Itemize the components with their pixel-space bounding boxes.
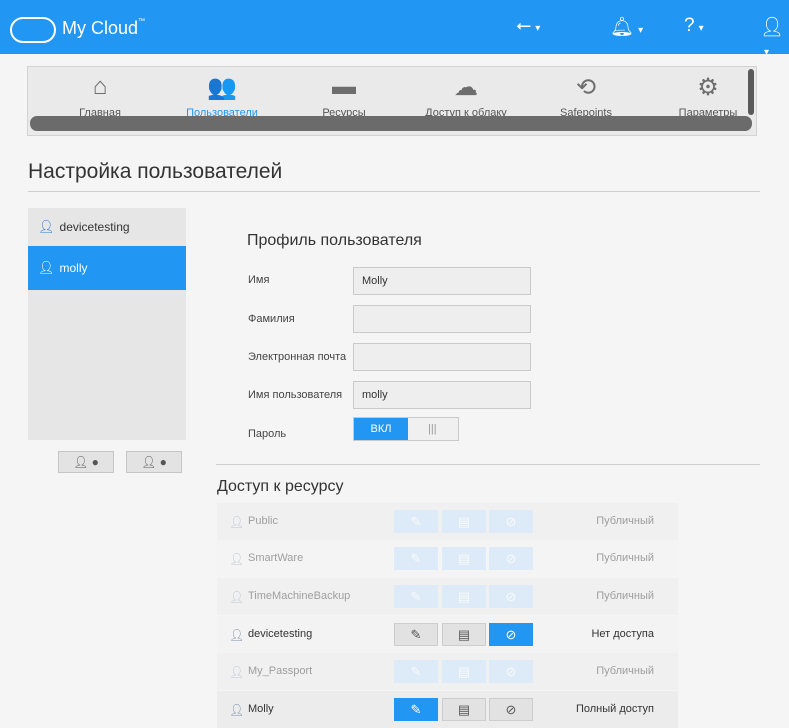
share-access-status: Публичный [596,590,654,602]
read-only-button[interactable]: ▤ [442,623,486,646]
share-name: Molly [248,703,274,715]
user-menu-icon[interactable]: 👤︎▾ [760,15,789,61]
nav-item-0[interactable]: ⌂ Главная [40,71,160,119]
share-access-status: Полный доступ [575,703,654,715]
email-field[interactable] [353,343,531,371]
bell-icon[interactable]: 🔔︎ ▾ [610,15,643,39]
user-list: 👤︎ devicetesting 👤︎ molly [28,208,186,440]
help-icon[interactable]: ? ▾ [684,15,704,37]
share-name: TimeMachineBackup [248,590,351,602]
usb-icon[interactable]: ⭠ ▾ [516,15,540,37]
nav-horizontal-scrollbar[interactable] [30,116,752,131]
profile-title: Профиль пользователя [247,232,422,249]
divider [216,464,760,465]
share-row: 👤︎ SmartWare ✎ ▤ ⊘ Публичный [217,540,678,577]
share-row: 👤︎ TimeMachineBackup ✎ ▤ ⊘ Публичный [217,578,678,615]
password-toggle-on[interactable]: ВКЛ [354,418,408,440]
page-title: Настройка пользователей [28,160,283,183]
full-access-button[interactable]: ✎ [394,623,438,646]
main-navigation: ⌂ Главная 👥 Пользователи ▬ Ресурсы ☁ Доступ к о… [27,66,757,136]
user-icon: 👤︎ [38,260,55,275]
access-title: Доступ к ресурсу [217,478,344,495]
user-list-item[interactable]: 👤︎ molly [28,246,186,290]
email-label: Электронная почта [248,351,347,363]
read-only-button[interactable]: ▤ [442,698,486,721]
safepoint-icon: ⟲ [575,73,597,101]
first-name-label: Имя [248,274,270,286]
username-label: Имя пользователя [248,389,343,401]
full-access-button[interactable]: ✎ [394,698,438,721]
toggle-grip-icon: ||| [428,423,437,435]
no-access-button[interactable]: ⊘ [489,660,533,683]
app-title: My Cloud™ [62,18,146,38]
share-user-icon: 👤︎ [229,703,245,717]
full-access-button[interactable]: ✎ [394,660,438,683]
share-user-icon: 👤︎ [229,665,245,679]
remove-user-button[interactable]: 👤︎ ● [126,451,182,473]
share-user-icon: 👤︎ [229,515,245,529]
share-access-status: Публичный [596,515,654,527]
read-only-button[interactable]: ▤ [442,510,486,533]
top-bar: My Cloud™ ⭠ ▾ 🔔︎ ▾ ? ▾ 👤︎▾ [0,0,789,58]
cloud-device-icon: ☁ [454,73,478,101]
read-only-button[interactable]: ▤ [442,547,486,570]
share-access-status: Нет доступа [591,628,654,640]
share-name: My_Passport [248,665,313,677]
nav-item-4[interactable]: ⟲ Safepoints [526,71,646,120]
user-name: molly [59,261,88,275]
share-name: devicetesting [248,628,313,640]
folder-icon: ▬ [332,73,356,100]
share-row: 👤︎ Public ✎ ▤ ⊘ Публичный [217,503,678,540]
no-access-button[interactable]: ⊘ [489,585,533,608]
share-user-icon: 👤︎ [229,552,245,566]
first-name-field[interactable] [353,267,531,295]
full-access-button[interactable]: ✎ [394,510,438,533]
full-access-button[interactable]: ✎ [394,547,438,570]
share-user-icon: 👤︎ [229,590,245,604]
share-name: SmartWare [248,552,304,564]
share-row: 👤︎ My_Passport ✎ ▤ ⊘ Публичный [217,653,678,690]
nav-vertical-scrollbar[interactable] [748,69,754,115]
username-field[interactable] [353,381,531,409]
home-icon: ⌂ [92,73,108,100]
full-access-button[interactable]: ✎ [394,585,438,608]
nav-item-1[interactable]: 👥 Пользователи [162,71,282,120]
user-icon: 👤︎ [38,219,55,234]
read-only-button[interactable]: ▤ [442,660,486,683]
password-label: Пароль [248,428,287,440]
share-row: 👤︎ devicetesting ✎ ▤ ⊘ Нет доступа [217,616,678,653]
no-access-button[interactable]: ⊘ [489,547,533,570]
share-name: Public [248,515,278,527]
user-name: devicetesting [59,220,130,234]
users-icon: 👥 [207,73,237,101]
share-user-icon: 👤︎ [229,628,245,642]
no-access-button[interactable]: ⊘ [489,623,533,646]
read-only-button[interactable]: ▤ [442,585,486,608]
nav-item-3[interactable]: ☁ Доступ к облаку [406,71,526,120]
share-access-status: Публичный [596,552,654,564]
nav-item-2[interactable]: ▬ Ресурсы [284,71,404,119]
no-access-button[interactable]: ⊘ [489,698,533,721]
divider [28,191,760,192]
no-access-button[interactable]: ⊘ [489,510,533,533]
cloud-logo-icon [10,17,56,43]
share-row: 👤︎ Molly ✎ ▤ ⊘ Полный доступ [217,691,678,728]
last-name-field[interactable] [353,305,531,333]
last-name-label: Фамилия [248,313,295,325]
share-access-status: Публичный [596,665,654,677]
user-list-item[interactable]: 👤︎ devicetesting [28,208,186,246]
add-user-button[interactable]: 👤︎ ● [58,451,114,473]
password-toggle[interactable]: ВКЛ ||| [353,417,459,441]
